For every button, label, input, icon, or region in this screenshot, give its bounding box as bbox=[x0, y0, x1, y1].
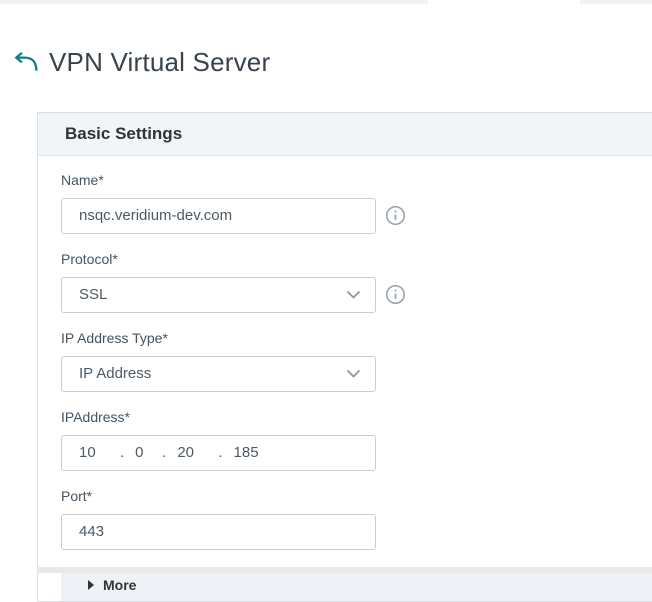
protocol-select[interactable]: SSL bbox=[61, 277, 376, 313]
panel-body: Name* Protocol* SSL bbox=[38, 156, 652, 601]
info-icon bbox=[385, 284, 406, 305]
ip-octet-1-input[interactable] bbox=[79, 444, 109, 461]
back-button[interactable] bbox=[10, 49, 40, 75]
panel-header: Basic Settings bbox=[38, 113, 652, 156]
panel-header-title: Basic Settings bbox=[65, 124, 182, 144]
top-edge-strip bbox=[0, 0, 652, 4]
port-label: Port* bbox=[61, 488, 652, 504]
ip-address-type-selected-value: IP Address bbox=[79, 365, 346, 382]
ip-octet-2-input[interactable] bbox=[135, 444, 151, 461]
ip-dot-separator: . bbox=[162, 444, 166, 461]
ip-address-type-label: IP Address Type* bbox=[61, 330, 652, 346]
more-label: More bbox=[103, 577, 136, 593]
name-info-button[interactable] bbox=[384, 205, 406, 227]
protocol-label: Protocol* bbox=[61, 251, 652, 267]
ip-octet-3-input[interactable] bbox=[177, 444, 207, 461]
chevron-down-icon bbox=[346, 369, 361, 378]
ip-dot-separator: . bbox=[120, 444, 124, 461]
protocol-selected-value: SSL bbox=[79, 286, 346, 303]
protocol-info-button[interactable] bbox=[384, 284, 406, 306]
port-row bbox=[61, 514, 652, 550]
name-label: Name* bbox=[61, 172, 652, 188]
name-row bbox=[61, 198, 652, 234]
ip-octet-4-input[interactable] bbox=[234, 444, 264, 461]
name-input[interactable] bbox=[61, 198, 376, 234]
chevron-down-icon bbox=[346, 290, 361, 299]
basic-settings-panel: Basic Settings Name* Protocol* SSL bbox=[37, 112, 652, 602]
ip-dot-separator: . bbox=[218, 444, 222, 461]
ip-address-type-row: IP Address bbox=[61, 356, 652, 392]
page-header: VPN Virtual Server bbox=[0, 4, 652, 97]
next-section-header-strip bbox=[37, 567, 652, 573]
info-icon bbox=[385, 205, 406, 226]
ip-address-type-select[interactable]: IP Address bbox=[61, 356, 376, 392]
page-title: VPN Virtual Server bbox=[49, 45, 270, 79]
protocol-row: SSL bbox=[61, 277, 652, 313]
ip-address-label: IPAddress* bbox=[61, 409, 652, 425]
caret-right-icon bbox=[88, 580, 94, 590]
ip-address-input-group: . . . bbox=[61, 435, 376, 471]
back-arrow-icon bbox=[11, 50, 39, 74]
port-input[interactable] bbox=[61, 514, 376, 550]
more-expander[interactable]: More bbox=[61, 570, 652, 601]
